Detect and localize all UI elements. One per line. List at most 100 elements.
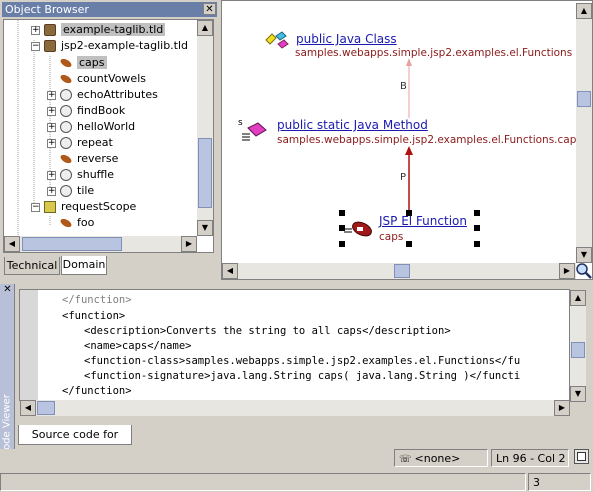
selection-handle[interactable] bbox=[339, 241, 345, 247]
selection-handle[interactable] bbox=[474, 210, 480, 216]
scroll-left-icon[interactable]: ◀ bbox=[4, 236, 20, 252]
tree-item-label: reverse bbox=[77, 152, 119, 165]
tree-item-foo[interactable]: foo bbox=[59, 215, 94, 231]
expand-icon[interactable]: + bbox=[47, 90, 56, 100]
code-gutter bbox=[20, 290, 38, 400]
node-method-title[interactable]: public static Java Method bbox=[277, 118, 428, 132]
code-line: <description>Converts the string to all … bbox=[84, 325, 451, 337]
selection-handle[interactable] bbox=[406, 241, 412, 247]
object-browser-title: Object Browser bbox=[2, 2, 217, 17]
node-class-subtitle: samples.webapps.simple.jsp2.examples.el.… bbox=[295, 47, 573, 59]
selection-handle[interactable] bbox=[474, 241, 480, 247]
scroll-up-icon[interactable]: ▲ bbox=[570, 290, 586, 306]
tree-item-reverse[interactable]: reverse bbox=[59, 151, 119, 167]
tag-icon bbox=[60, 89, 72, 101]
function-icon bbox=[59, 73, 73, 85]
function-icon bbox=[59, 57, 73, 69]
tree-item-jsp2-example-taglib[interactable]: − jsp2-example-taglib.tld bbox=[31, 38, 188, 54]
scroll-up-icon[interactable]: ▲ bbox=[576, 3, 592, 19]
tree-item-label: example-taglib.tld bbox=[61, 23, 166, 36]
function-icon bbox=[59, 217, 73, 229]
expand-icon[interactable]: + bbox=[47, 170, 56, 180]
tree-item-helloWorld[interactable]: + helloWorld bbox=[47, 119, 135, 135]
node-class-title[interactable]: public Java Class bbox=[296, 32, 397, 46]
expand-icon[interactable]: + bbox=[31, 25, 40, 35]
node-el-subtitle: caps bbox=[379, 231, 404, 243]
status-none-cell: ☏ <none> bbox=[394, 449, 488, 467]
jar-icon bbox=[44, 24, 56, 36]
tree-item-label: findBook bbox=[77, 104, 126, 117]
selection-handle[interactable] bbox=[474, 225, 480, 231]
close-icon[interactable]: ✕ bbox=[203, 3, 216, 15]
scroll-left-icon[interactable]: ◀ bbox=[222, 263, 238, 279]
tree-item-repeat[interactable]: + repeat bbox=[47, 135, 113, 151]
scroll-thumb[interactable] bbox=[37, 401, 55, 415]
layout-toggle-icon[interactable] bbox=[574, 449, 589, 464]
tag-icon bbox=[60, 137, 72, 149]
tree-item-label: shuffle bbox=[77, 168, 115, 181]
tab-source-code[interactable]: Source code for caps bbox=[18, 425, 132, 461]
expand-icon[interactable]: + bbox=[47, 138, 56, 148]
collapse-icon[interactable]: − bbox=[31, 202, 40, 212]
expand-icon[interactable]: + bbox=[47, 122, 56, 132]
scroll-thumb[interactable] bbox=[571, 342, 585, 358]
tree-item-echoAttributes[interactable]: + echoAttributes bbox=[47, 87, 158, 103]
status-main-cell bbox=[0, 473, 526, 491]
status-none-label: <none> bbox=[414, 452, 461, 465]
scroll-left-icon[interactable]: ◀ bbox=[20, 400, 36, 416]
scroll-right-icon[interactable]: ▶ bbox=[559, 263, 575, 279]
tree-vertical-scrollbar[interactable]: ▲ ▼ bbox=[197, 20, 213, 236]
edge-p-label: P bbox=[400, 172, 407, 183]
code-vertical-scrollbar[interactable]: ▲ ▼ bbox=[570, 290, 586, 402]
scroll-right-icon[interactable]: ▶ bbox=[181, 236, 197, 252]
code-line: <function-signature>java.lang.String cap… bbox=[84, 370, 521, 382]
scroll-down-icon[interactable]: ▼ bbox=[576, 247, 592, 263]
scroll-thumb[interactable] bbox=[22, 237, 122, 251]
edge-b-arrow bbox=[406, 58, 412, 66]
tab-technical[interactable]: Technical bbox=[4, 257, 60, 275]
scroll-thumb[interactable] bbox=[577, 91, 591, 107]
code-line: <name>caps</name> bbox=[84, 340, 192, 352]
collapse-icon[interactable]: − bbox=[31, 41, 40, 51]
tree-item-example-taglib[interactable]: + example-taglib.tld bbox=[31, 22, 166, 38]
tag-icon bbox=[60, 169, 72, 181]
node-method-subtitle: samples.webapps.simple.jsp2.examples.el.… bbox=[277, 134, 582, 146]
tree-item-countVowels[interactable]: countVowels bbox=[59, 71, 146, 87]
tree-item-label: tile bbox=[77, 184, 95, 197]
tree-item-findBook[interactable]: + findBook bbox=[47, 103, 125, 119]
expand-icon[interactable]: + bbox=[47, 106, 56, 116]
tab-domain[interactable]: Domain bbox=[61, 256, 107, 275]
edge-b-label: B bbox=[400, 81, 407, 92]
tree-item-tile[interactable]: + tile bbox=[47, 183, 94, 199]
phone-icon: ☏ bbox=[399, 454, 412, 465]
scroll-right-icon[interactable]: ▶ bbox=[554, 400, 570, 416]
diagram-horizontal-scrollbar[interactable]: ◀ ▶ bbox=[222, 263, 576, 279]
tree-item-label: repeat bbox=[77, 136, 113, 149]
object-tree[interactable]: + example-taglib.tld − jsp2-example-taglib… bbox=[3, 19, 214, 253]
selection-handle[interactable] bbox=[339, 210, 345, 216]
zoom-icon[interactable] bbox=[575, 262, 592, 279]
expand-icon[interactable]: + bbox=[47, 186, 56, 196]
tree-item-requestScope[interactable]: − requestScope bbox=[31, 199, 136, 215]
scope-icon bbox=[44, 201, 56, 213]
el-function-icon bbox=[344, 221, 372, 237]
close-icon[interactable]: ✕ bbox=[2, 285, 13, 296]
tag-icon bbox=[60, 105, 72, 117]
code-line: </function> bbox=[62, 294, 132, 306]
code-line: </function> bbox=[62, 385, 132, 397]
diagram-vertical-scrollbar[interactable]: ▲ ▼ bbox=[576, 3, 592, 263]
tree-horizontal-scrollbar[interactable]: ◀ ▶ bbox=[4, 236, 197, 252]
tag-icon bbox=[60, 121, 72, 133]
node-el-title[interactable]: JSP El Function bbox=[379, 214, 467, 228]
scroll-down-icon[interactable]: ▼ bbox=[197, 220, 213, 236]
scroll-up-icon[interactable]: ▲ bbox=[197, 20, 213, 36]
code-line: <function> bbox=[62, 310, 126, 322]
tree-item-label: caps bbox=[77, 56, 107, 69]
edge-p-arrow bbox=[405, 146, 413, 155]
tree-item-shuffle[interactable]: + shuffle bbox=[47, 167, 114, 183]
scroll-thumb[interactable] bbox=[198, 138, 212, 208]
tree-item-caps[interactable]: caps bbox=[59, 55, 107, 71]
scroll-thumb[interactable] bbox=[394, 264, 410, 278]
code-horizontal-scrollbar[interactable]: ◀ ▶ bbox=[20, 400, 570, 416]
scroll-down-icon[interactable]: ▼ bbox=[570, 386, 586, 402]
